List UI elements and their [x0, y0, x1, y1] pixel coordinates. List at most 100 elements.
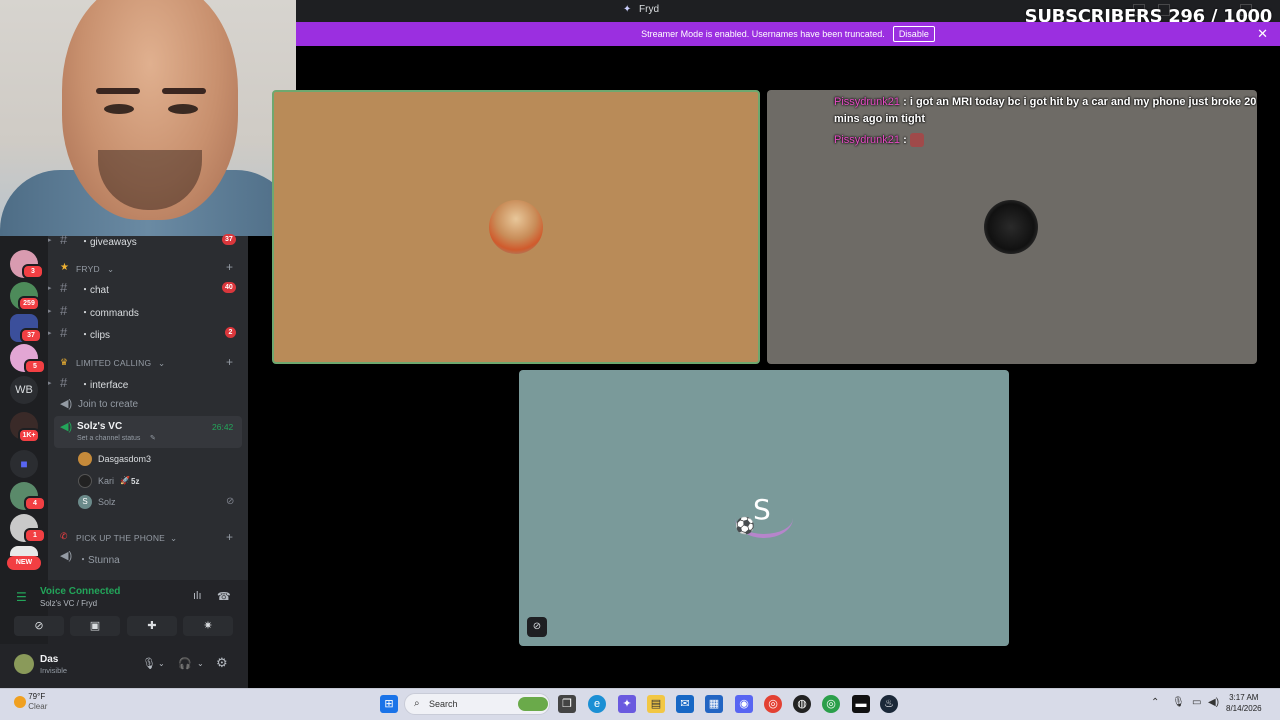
- new-badge[interactable]: NEW: [7, 556, 41, 570]
- chevron-down-icon: ⌄: [158, 358, 166, 368]
- channel-join-to-create[interactable]: Join to create: [78, 399, 138, 410]
- clock-date: 8/14/2026: [1226, 704, 1262, 713]
- microphone-icon[interactable]: 🎙: [142, 657, 156, 670]
- close-icon[interactable]: ✕: [1257, 26, 1268, 42]
- add-channel-icon[interactable]: +: [226, 355, 233, 369]
- deafened-icon: ⊘: [226, 496, 235, 507]
- discord-icon[interactable]: ◉: [735, 695, 753, 713]
- disable-streamer-mode-button[interactable]: Disable: [892, 26, 935, 42]
- tray-chevron-up-icon[interactable]: ⌃: [1151, 697, 1159, 708]
- chevron-down-icon: ⌄: [170, 533, 178, 543]
- server-icon[interactable]: 1: [10, 514, 46, 543]
- avatar: [78, 474, 92, 488]
- server-icon[interactable]: 5: [10, 344, 46, 374]
- camera-off-button[interactable]: ⊘: [14, 616, 64, 636]
- settings-gear-icon[interactable]: ⚙: [216, 655, 228, 671]
- channel-clips[interactable]: ・clips: [80, 326, 110, 341]
- webcam-overlay: [0, 0, 296, 236]
- folder-icon[interactable]: ■: [10, 450, 38, 478]
- chrome-profile-icon[interactable]: ◎: [822, 695, 840, 713]
- taskbar: [0, 688, 1280, 720]
- voice-connected-location[interactable]: Solz's VC / Fryd: [40, 599, 97, 608]
- disconnect-icon[interactable]: ☎: [217, 590, 231, 603]
- avatar[interactable]: [14, 654, 34, 674]
- start-windows-icon[interactable]: ⊞: [380, 695, 398, 713]
- phone-icon: ✆: [60, 531, 68, 541]
- server-icon[interactable]: 259: [10, 282, 40, 311]
- user-panel: [0, 644, 248, 688]
- server-icon[interactable]: [10, 546, 38, 556]
- add-channel-icon[interactable]: +: [226, 530, 233, 544]
- soundboard-button[interactable]: ✷: [183, 616, 233, 636]
- chat-separator: :: [903, 134, 910, 146]
- noise-suppression-icon[interactable]: ılı: [193, 590, 202, 602]
- collapse-arrow-icon: ▸: [48, 308, 52, 315]
- chrome-icon[interactable]: ◎: [764, 695, 782, 713]
- weather-widget[interactable]: 79°F Clear: [14, 692, 47, 712]
- obs-icon[interactable]: ◍: [793, 695, 811, 713]
- search-icon: ⌕: [414, 698, 420, 709]
- mail-icon[interactable]: ✉: [676, 695, 694, 713]
- tray-microphone-icon[interactable]: 🎙: [1172, 697, 1185, 708]
- server-icon[interactable]: 3: [10, 250, 44, 279]
- channel-badge: 2: [225, 327, 236, 338]
- server-badge: 3: [22, 264, 44, 279]
- chevron-down-icon[interactable]: ⌄: [197, 659, 204, 668]
- webcam-brow-right: [162, 88, 206, 94]
- muted-microphone-icon: ⊘: [527, 617, 547, 637]
- store-icon[interactable]: ▦: [705, 695, 723, 713]
- star-icon: ★: [60, 262, 69, 273]
- chat-separator: :: [903, 96, 910, 108]
- emote-icon: [909, 133, 924, 148]
- channel-commands[interactable]: ・commands: [80, 304, 139, 319]
- collapse-arrow-icon: ▸: [48, 237, 52, 244]
- chevron-down-icon[interactable]: ⌄: [158, 659, 165, 668]
- channel-stunna[interactable]: ・Stunna: [78, 551, 120, 566]
- category-fryd[interactable]: FRYD: [76, 264, 100, 274]
- category-pick-up-the-phone[interactable]: PICK UP THE PHONE: [76, 533, 165, 543]
- channel-status-prompt[interactable]: Set a channel status: [77, 435, 140, 442]
- file-explorer-icon[interactable]: ▤: [647, 695, 665, 713]
- activities-button[interactable]: ✚: [127, 616, 177, 636]
- screen-share-button[interactable]: ▣: [70, 616, 120, 636]
- text-channel-icon: #: [60, 232, 68, 247]
- voice-member-name[interactable]: Solz: [98, 497, 116, 507]
- channel-badge: 37: [222, 234, 236, 245]
- voice-channel-name[interactable]: Solz's VC: [77, 421, 122, 432]
- tray-display-icon[interactable]: ▭: [1192, 697, 1201, 708]
- tray-volume-icon[interactable]: ◀): [1208, 697, 1219, 708]
- server-icon[interactable]: 37: [10, 314, 42, 343]
- task-view-icon[interactable]: ❐: [558, 695, 576, 713]
- signal-icon[interactable]: ☰: [16, 590, 27, 604]
- server-icon[interactable]: 1K+: [10, 412, 40, 443]
- chevron-down-icon: ⌄: [107, 264, 115, 274]
- window-title-text: Fryd: [639, 4, 659, 15]
- pencil-icon[interactable]: ✎: [150, 434, 156, 442]
- chat-overlay: Pissydrunk21 : i got an MRI today bc i g…: [834, 94, 1274, 149]
- voice-member-name[interactable]: Dasgasdom3: [98, 454, 151, 464]
- steam-icon[interactable]: ♨: [880, 695, 898, 713]
- category-limited-calling[interactable]: LIMITED CALLING: [76, 358, 151, 368]
- channel-chat[interactable]: ・chat: [80, 281, 109, 296]
- server-icon[interactable]: 4: [10, 482, 46, 511]
- voice-member-name[interactable]: Kari: [98, 476, 114, 486]
- edge-icon[interactable]: e: [588, 695, 606, 713]
- chat-username: Pissydrunk21: [834, 96, 901, 108]
- search-placeholder: Search: [429, 699, 458, 709]
- voice-connected-status: Voice Connected: [40, 586, 121, 597]
- search-highlight-icon: [518, 697, 548, 711]
- channel-interface[interactable]: ・interface: [80, 376, 128, 391]
- copilot-icon[interactable]: ✦: [618, 695, 636, 713]
- channel-badge: 40: [222, 282, 236, 293]
- server-wb[interactable]: WB: [10, 376, 38, 404]
- member-extra: 5z: [131, 477, 140, 486]
- add-channel-icon[interactable]: +: [226, 260, 233, 274]
- terminal-icon[interactable]: ▬: [852, 695, 870, 713]
- avatar: [489, 200, 543, 254]
- headphones-icon[interactable]: 🎧: [178, 657, 192, 670]
- avatar: [78, 452, 92, 466]
- server-badge: 1: [24, 528, 46, 543]
- webcam-eye-right: [168, 104, 198, 114]
- taskbar-clock[interactable]: 3:17 AM 8/14/2026: [1226, 692, 1262, 714]
- channel-giveaways[interactable]: ・giveaways: [80, 233, 137, 248]
